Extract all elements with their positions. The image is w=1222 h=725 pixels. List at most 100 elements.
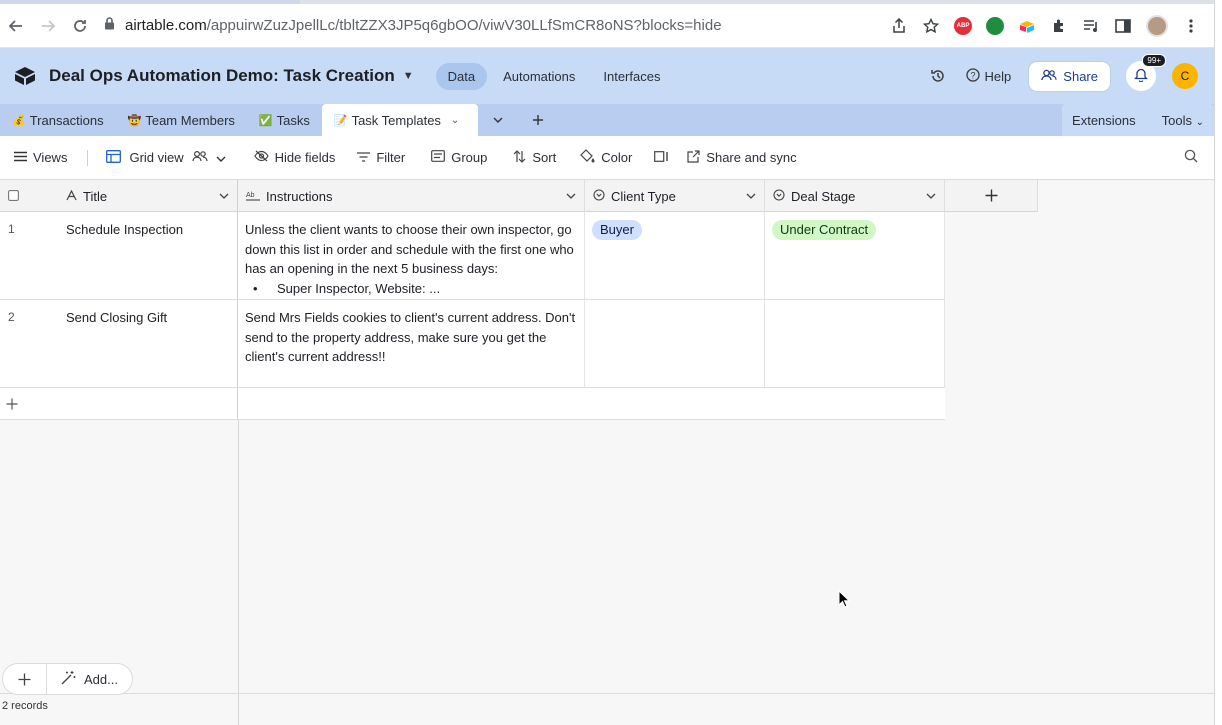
notifications-button[interactable]: 99+: [1126, 54, 1166, 91]
magic-wand-icon: [61, 670, 76, 688]
menu-icon: [14, 150, 27, 165]
hide-fields-button[interactable]: Hide fields: [253, 150, 335, 165]
cell-deal-stage[interactable]: [765, 300, 945, 387]
browser-menu-icon[interactable]: [1182, 17, 1200, 35]
select-all-checkbox-cell[interactable]: [0, 180, 58, 212]
share-and-sync-button[interactable]: Share and sync: [687, 149, 797, 166]
column-header-deal-stage[interactable]: Deal Stage: [765, 180, 945, 212]
bullet-text: Super Inspector, Website: ...: [277, 280, 441, 296]
grid: Title Ab Instructions Client Type Deal S…: [0, 180, 1214, 725]
user-avatar[interactable]: C: [1172, 63, 1198, 89]
table-tab-transactions[interactable]: 💰 Transactions: [0, 104, 116, 136]
base-title[interactable]: Deal Ops Automation Demo: Task Creation: [49, 66, 395, 86]
table-tab-team-members[interactable]: 🤠 Team Members: [116, 104, 247, 136]
history-icon[interactable]: [924, 68, 952, 84]
sort-button[interactable]: Sort: [513, 149, 556, 166]
check-mark-icon: ✅: [258, 114, 273, 127]
base-logo-icon[interactable]: [14, 65, 36, 87]
people-icon: [1041, 69, 1057, 84]
sort-icon: [513, 149, 526, 166]
row-number: 2: [8, 310, 15, 324]
add-record-row[interactable]: [0, 388, 945, 420]
chevron-down-icon[interactable]: ▼: [403, 70, 414, 82]
add-with-ai-button[interactable]: Add...: [47, 664, 132, 694]
add-table-plus-icon[interactable]: [518, 114, 558, 126]
cell-instructions[interactable]: Send Mrs Fields cookies to client's curr…: [238, 300, 585, 387]
address-bar[interactable]: airtable.com/appuirwZuzJpellLc/tbltZZX3J…: [104, 17, 890, 34]
views-label: Views: [33, 150, 68, 165]
column-header-client-type[interactable]: Client Type: [585, 180, 765, 212]
media-queue-icon[interactable]: [1082, 17, 1100, 35]
tools-button[interactable]: Tools ⌄: [1162, 113, 1204, 128]
cell-deal-stage[interactable]: Under Contract: [765, 212, 945, 299]
more-tables-chevron-icon[interactable]: [478, 117, 518, 123]
client-type-pill: Buyer: [592, 220, 642, 240]
app-header: Deal Ops Automation Demo: Task Creation …: [0, 48, 1214, 104]
chevron-down-icon[interactable]: [926, 191, 936, 202]
browser-profile-avatar[interactable]: [1146, 14, 1168, 37]
column-header-title[interactable]: Title: [58, 180, 238, 212]
chevron-down-icon[interactable]: [219, 191, 229, 202]
search-icon[interactable]: [1184, 149, 1198, 166]
records-count: 2 records: [2, 700, 48, 712]
airtable-extension-icon[interactable]: [1018, 17, 1036, 35]
chevron-down-icon: [216, 150, 226, 165]
column-header-instructions[interactable]: Ab Instructions: [238, 180, 585, 212]
help-label: Help: [984, 68, 1012, 84]
views-button[interactable]: Views: [14, 150, 67, 165]
long-text-icon: Ab: [246, 189, 260, 204]
help-button[interactable]: ? Help: [965, 67, 1012, 85]
bullet-dot: •: [253, 280, 258, 296]
sidepanel-icon[interactable]: [1114, 17, 1132, 35]
deal-stage-pill: Under Contract: [772, 220, 877, 240]
reload-button[interactable]: [64, 10, 96, 42]
filter-button[interactable]: Filter: [357, 150, 405, 165]
tab-automations[interactable]: Automations: [491, 63, 587, 90]
tools-label: Tools: [1161, 112, 1192, 128]
cell-title[interactable]: Send Closing Gift: [58, 300, 238, 387]
share-page-icon[interactable]: [890, 17, 908, 35]
tables-bar: 💰 Transactions 🤠 Team Members ✅ Tasks 📝 …: [0, 104, 1214, 136]
forward-button[interactable]: [32, 10, 64, 42]
share-label: Share: [1063, 68, 1098, 84]
table-tab-task-templates[interactable]: 📝 Task Templates ⌄: [321, 104, 478, 136]
row-height-button[interactable]: [654, 150, 669, 165]
checkbox-icon[interactable]: [8, 189, 19, 204]
tab-data[interactable]: Data: [435, 62, 488, 90]
add-field-button[interactable]: [945, 180, 1038, 212]
url-path: /appuirwZuzJpellLc/tbltZZX3JP5q6gbOO/viw…: [206, 17, 722, 34]
puzzle-extensions-icon[interactable]: [1050, 17, 1068, 35]
cell-client-type[interactable]: [585, 300, 765, 387]
chevron-down-icon[interactable]: ⌄: [451, 115, 459, 126]
instructions-text: Unless the client wants to choose their …: [245, 222, 574, 276]
filter-label: Filter: [376, 150, 406, 165]
bookmark-star-icon[interactable]: [922, 17, 940, 35]
add-record-button[interactable]: [3, 664, 47, 694]
chevron-down-icon[interactable]: [746, 191, 756, 202]
color-button[interactable]: Color: [580, 149, 632, 166]
back-button[interactable]: [0, 10, 32, 42]
green-extension-icon[interactable]: [986, 16, 1004, 35]
table-row[interactable]: 2 Send Closing Gift Send Mrs Fields cook…: [0, 300, 945, 388]
group-button[interactable]: Group: [431, 150, 487, 165]
help-icon: ?: [965, 67, 980, 85]
grid-view-button[interactable]: Grid view: [106, 149, 226, 166]
add-record-plus-icon[interactable]: [0, 388, 238, 419]
cell-title[interactable]: Schedule Inspection: [58, 212, 238, 299]
chevron-down-icon[interactable]: [566, 191, 576, 202]
add-label: Add...: [84, 671, 118, 687]
table-row[interactable]: 1 Schedule Inspection Unless the client …: [0, 212, 945, 300]
footer-divider: [0, 693, 1214, 694]
table-tab-tasks[interactable]: ✅ Tasks: [247, 104, 322, 136]
cell-client-type[interactable]: Buyer: [585, 212, 765, 299]
share-button[interactable]: Share: [1029, 61, 1110, 91]
column-deal-stage-label: Deal Stage: [791, 188, 856, 204]
group-icon: [431, 150, 446, 165]
extensions-button[interactable]: Extensions: [1072, 113, 1136, 128]
bell-icon: [1133, 67, 1149, 85]
row-height-icon: [654, 150, 669, 165]
cell-instructions[interactable]: Unless the client wants to choose their …: [238, 212, 585, 299]
column-header-row: Title Ab Instructions Client Type Deal S…: [0, 180, 1038, 212]
adblock-extension-icon[interactable]: ABP: [954, 16, 972, 35]
tab-interfaces[interactable]: Interfaces: [591, 63, 672, 90]
